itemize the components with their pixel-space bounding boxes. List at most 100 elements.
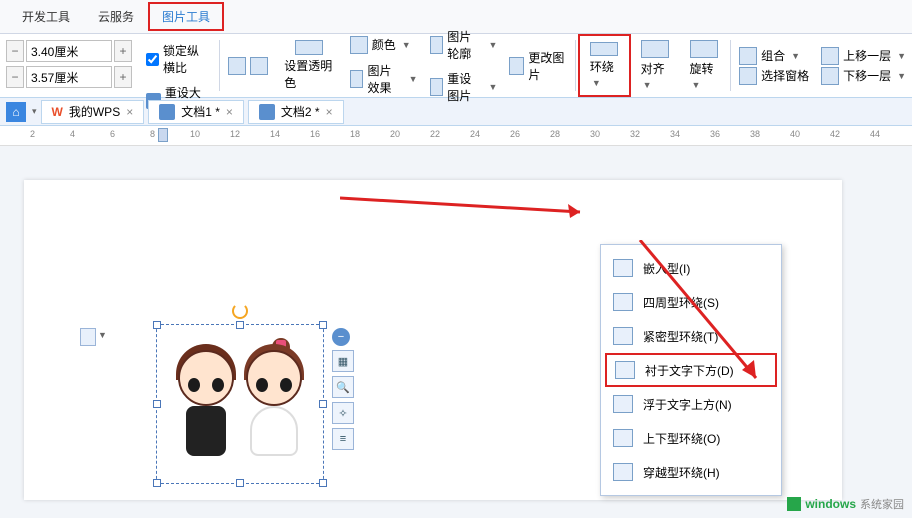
document-canvas: ▼ − ▦ 🔍 ✧ ≡ xyxy=(0,146,912,518)
ruler-tick: 14 xyxy=(270,129,280,139)
ruler-tick: 8 xyxy=(150,129,155,139)
resize-handle[interactable] xyxy=(236,479,244,487)
tab-my-wps[interactable]: W我的WPS× xyxy=(41,100,145,124)
wrap-top-bottom[interactable]: 上下型环绕(O) xyxy=(601,421,781,455)
ruler-tick: 32 xyxy=(630,129,640,139)
horizontal-ruler[interactable]: 2468101214161820222426283032343638404244 xyxy=(0,126,912,146)
tab-dropdown-icon[interactable]: ▾ xyxy=(32,106,37,117)
ruler-tick: 38 xyxy=(750,129,760,139)
contrast-icon[interactable] xyxy=(250,57,268,75)
tab-doc1[interactable]: 文档1 *× xyxy=(148,100,244,124)
bring-forward-button[interactable]: 上移一层▼ xyxy=(821,47,906,65)
change-pic-label: 更改图片 xyxy=(528,49,567,83)
wrap-through[interactable]: 穿越型环绕(H) xyxy=(601,455,781,489)
ribbon: − 3.40厘米 + − 3.57厘米 + 锁定纵横比 重设大小 设置透明色 颜… xyxy=(0,34,912,98)
resize-handle[interactable] xyxy=(319,321,327,329)
brightness-icon[interactable] xyxy=(228,57,246,75)
width-increment[interactable]: + xyxy=(114,66,132,88)
wrap-behind-text[interactable]: 衬于文字下方(D) xyxy=(605,353,777,387)
resize-handle[interactable] xyxy=(153,321,161,329)
reset-pic-icon xyxy=(430,78,444,96)
watermark: windows 系统家园 xyxy=(787,496,904,512)
selected-image[interactable] xyxy=(156,324,324,484)
height-decrement[interactable]: − xyxy=(6,40,24,62)
set-transparent-button[interactable]: 设置透明色 xyxy=(274,34,343,97)
lock-aspect-label: 锁定纵横比 xyxy=(163,42,209,76)
effect-button[interactable]: 图片效果▼ xyxy=(344,58,424,100)
align-button[interactable]: 对齐▼ xyxy=(631,34,680,97)
size-group: − 3.40厘米 + − 3.57厘米 + xyxy=(0,34,138,97)
paragraph-layout-icon[interactable] xyxy=(80,328,96,346)
menu-picture-tools[interactable]: 图片工具 xyxy=(148,2,224,31)
chevron-down-icon: ▼ xyxy=(488,40,497,50)
rotation-handle[interactable] xyxy=(232,303,248,319)
close-icon[interactable]: × xyxy=(226,105,233,119)
item-label: 嵌入型(I) xyxy=(643,260,690,277)
cartoon-bride xyxy=(242,344,306,464)
color-label: 颜色 xyxy=(372,36,396,53)
order-group: 组合▼ 选择窗格 xyxy=(733,34,815,97)
outline-button[interactable]: 图片轮廓▼ xyxy=(424,24,504,66)
width-input[interactable]: 3.57厘米 xyxy=(26,66,112,88)
menu-dev-tools[interactable]: 开发工具 xyxy=(8,2,84,31)
chevron-down-icon[interactable]: ▼ xyxy=(98,330,107,340)
ruler-tick: 44 xyxy=(870,129,880,139)
wrap-button[interactable]: 环绕▼ xyxy=(578,34,631,97)
resize-handle[interactable] xyxy=(319,479,327,487)
resize-handle[interactable] xyxy=(153,400,161,408)
wrap-behind-icon xyxy=(615,361,635,379)
resize-handle[interactable] xyxy=(236,321,244,329)
change-pic-button[interactable]: 更改图片 xyxy=(503,34,573,97)
rotate-button[interactable]: 旋转▼ xyxy=(679,34,728,97)
align-icon xyxy=(641,40,669,58)
cartoon-groom xyxy=(174,344,238,464)
ruler-tick: 36 xyxy=(710,129,720,139)
wrap-square[interactable]: 四周型环绕(S) xyxy=(601,285,781,319)
collapse-icon[interactable]: − xyxy=(332,328,350,346)
resize-handle[interactable] xyxy=(319,400,327,408)
tab-doc2[interactable]: 文档2 *× xyxy=(248,100,344,124)
ruler-tick: 10 xyxy=(190,129,200,139)
reset-pic-button[interactable]: 重设图片▼ xyxy=(424,66,504,108)
close-icon[interactable]: × xyxy=(326,105,333,119)
item-label: 穿越型环绕(H) xyxy=(643,464,720,481)
height-input[interactable]: 3.40厘米 xyxy=(26,40,112,62)
wps-icon: W xyxy=(52,105,63,119)
select-pane-button[interactable]: 选择窗格 xyxy=(739,67,809,85)
wrap-tight[interactable]: 紧密型环绕(T) xyxy=(601,319,781,353)
wrap-tight-icon xyxy=(613,327,633,345)
home-tab[interactable]: ⌂ xyxy=(6,102,26,122)
resize-handle[interactable] xyxy=(153,479,161,487)
image-floating-toolbar: − ▦ 🔍 ✧ ≡ xyxy=(332,328,354,450)
height-increment[interactable]: + xyxy=(114,40,132,62)
group-label: 组合 xyxy=(761,47,785,64)
item-label: 上下型环绕(O) xyxy=(643,430,720,447)
change-pic-icon xyxy=(509,57,524,75)
chevron-down-icon: ▼ xyxy=(402,40,411,50)
ruler-tick: 28 xyxy=(550,129,560,139)
ruler-tick: 20 xyxy=(390,129,400,139)
wrap-dropdown: 嵌入型(I) 四周型环绕(S) 紧密型环绕(T) 衬于文字下方(D) 浮于文字上… xyxy=(600,244,782,496)
group-button[interactable]: 组合▼ xyxy=(739,47,809,65)
menu-cloud[interactable]: 云服务 xyxy=(84,2,148,31)
item-label: 浮于文字上方(N) xyxy=(643,396,732,413)
crop-icon[interactable]: ✧ xyxy=(332,402,354,424)
close-icon[interactable]: × xyxy=(126,105,133,119)
item-label: 衬于文字下方(D) xyxy=(645,362,734,379)
wrap-in-front[interactable]: 浮于文字上方(N) xyxy=(601,387,781,421)
lock-aspect-checkbox[interactable] xyxy=(146,53,159,66)
color-button[interactable]: 颜色 ▼ xyxy=(344,32,424,58)
width-decrement[interactable]: − xyxy=(6,66,24,88)
layout-options-icon[interactable]: ▦ xyxy=(332,350,354,372)
wrap-through-icon xyxy=(613,463,633,481)
wrap-inline[interactable]: 嵌入型(I) xyxy=(601,251,781,285)
watermark-sub: 系统家园 xyxy=(860,496,904,512)
send-backward-button[interactable]: 下移一层▼ xyxy=(821,67,906,85)
chevron-down-icon: ▼ xyxy=(643,80,652,90)
zoom-icon[interactable]: 🔍 xyxy=(332,376,354,398)
effect-label: 图片效果 xyxy=(367,62,402,96)
indent-marker[interactable] xyxy=(158,128,168,142)
ruler-tick: 26 xyxy=(510,129,520,139)
ruler-tick: 24 xyxy=(470,129,480,139)
more-icon[interactable]: ≡ xyxy=(332,428,354,450)
